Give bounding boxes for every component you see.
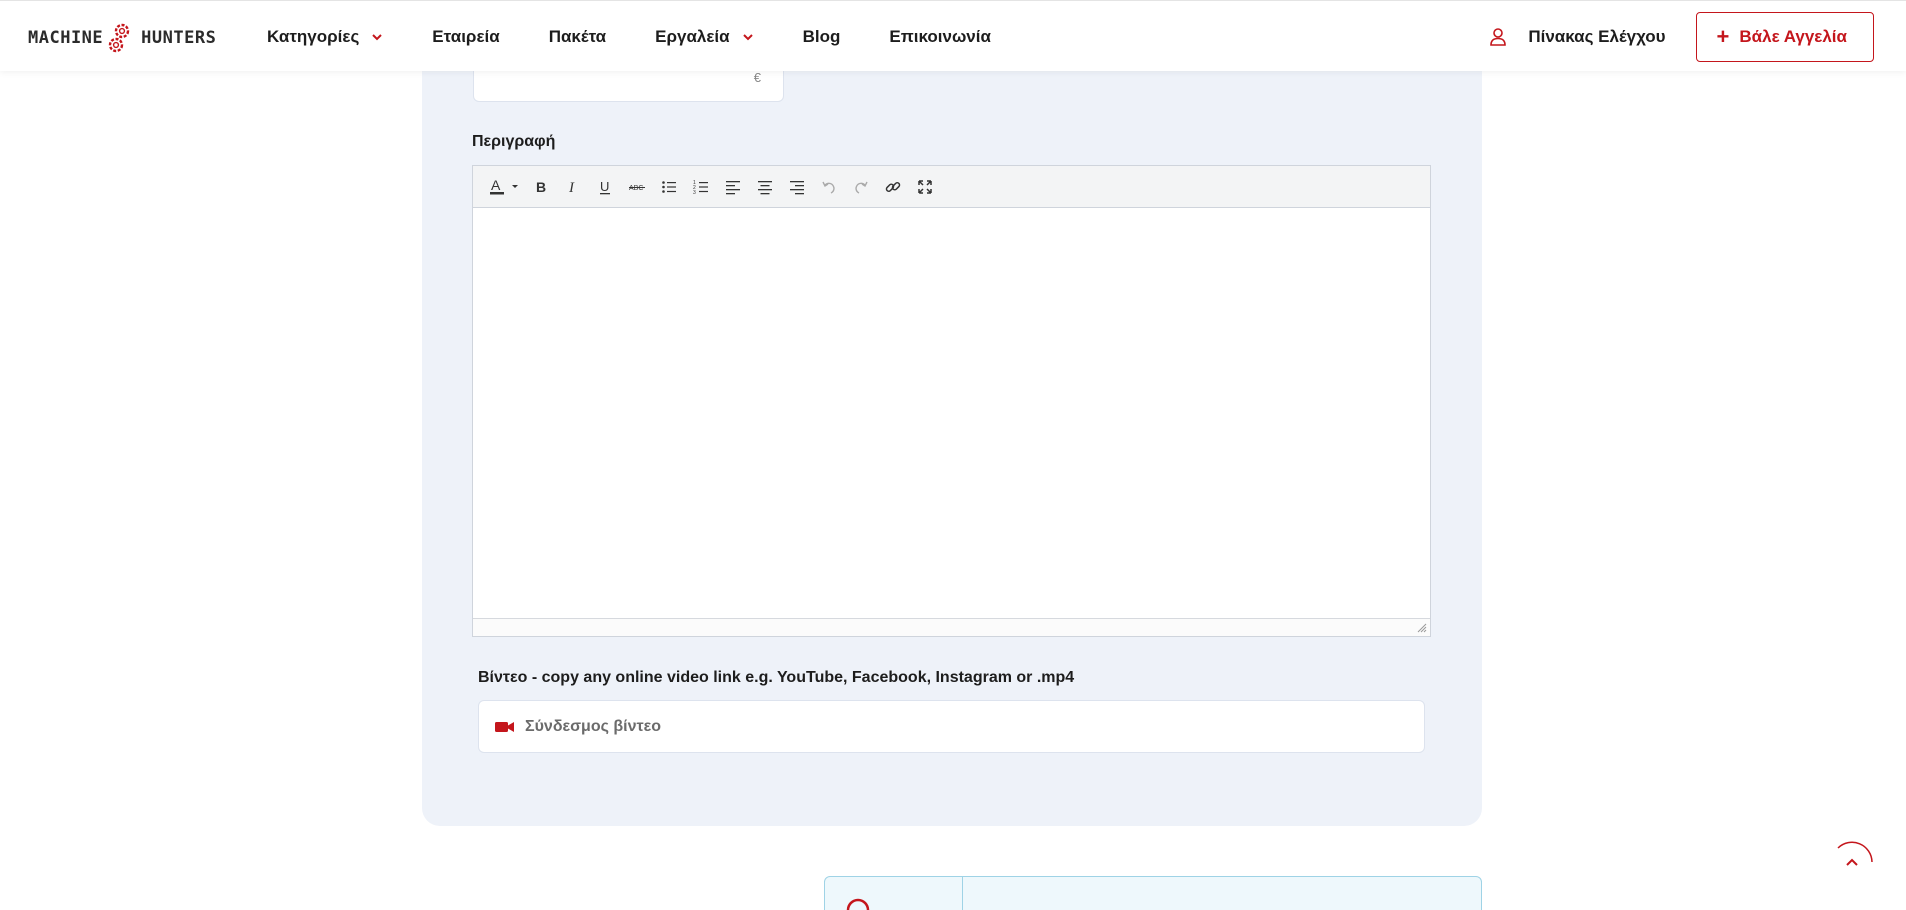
header-actions: Πίνακας Ελέγχου + Βάλε Αγγελία <box>1490 12 1874 62</box>
nav-item-packages[interactable]: Πακέτα <box>549 27 606 47</box>
scroll-to-top-button[interactable] <box>1830 840 1874 884</box>
bulleted-list-icon <box>662 180 676 193</box>
svg-text:A: A <box>491 177 501 193</box>
nav-item-label: Εταιρεία <box>432 26 500 46</box>
text-color-button[interactable]: A <box>485 172 525 202</box>
currency-symbol: € <box>753 70 761 85</box>
plus-icon: + <box>1716 24 1730 49</box>
align-center-icon <box>758 180 772 194</box>
underline-button[interactable]: U <box>589 172 621 202</box>
align-center-button[interactable] <box>749 172 781 202</box>
nav-item-tools[interactable]: Εργαλεία <box>655 27 753 47</box>
resize-handle-icon[interactable] <box>1417 623 1427 633</box>
align-left-button[interactable] <box>717 172 749 202</box>
fullscreen-button[interactable] <box>909 172 941 202</box>
redo-button[interactable] <box>845 172 877 202</box>
italic-button[interactable]: I <box>557 172 589 202</box>
text-color-icon: A <box>490 177 518 194</box>
video-link-input[interactable] <box>525 717 1405 736</box>
main-nav: Κατηγορίες Εταιρεία Πακέτα Εργαλεία Blog… <box>267 1 1040 72</box>
bold-button[interactable]: B <box>525 172 557 202</box>
insert-link-button[interactable] <box>877 172 909 202</box>
chevron-up-icon <box>1837 841 1873 866</box>
italic-icon: I <box>568 180 575 195</box>
nav-item-label: Blog <box>802 26 841 46</box>
nav-item-label: Κατηγορίες <box>267 26 360 46</box>
site-logo[interactable]: MACHINE HUNTERS <box>28 21 216 55</box>
svg-text:B: B <box>536 179 546 195</box>
svg-text:ABC: ABC <box>629 185 643 192</box>
logo-right-text: HUNTERS <box>141 28 217 48</box>
undo-button[interactable] <box>813 172 845 202</box>
svg-text:3: 3 <box>693 190 696 195</box>
gears-icon <box>108 23 130 53</box>
redo-icon <box>855 181 868 194</box>
site-header: MACHINE HUNTERS Κατηγορίες Εταιρεία Πακέ… <box>0 0 1906 71</box>
link-icon <box>885 181 901 192</box>
undo-icon <box>822 181 835 194</box>
align-right-button[interactable] <box>781 172 813 202</box>
nav-item-company[interactable]: Εταιρεία <box>432 27 499 47</box>
info-box-partial <box>824 876 1482 910</box>
chevron-down-icon <box>372 33 383 40</box>
video-link-field[interactable] <box>478 700 1425 753</box>
chevron-down-icon <box>742 33 753 40</box>
nav-item-categories[interactable]: Κατηγορίες <box>267 27 383 47</box>
strikethrough-button[interactable]: ABC <box>621 172 653 202</box>
video-camera-icon <box>495 721 514 732</box>
user-icon <box>1490 28 1507 46</box>
video-label: Βίντεο - copy any online video link e.g.… <box>478 669 1075 686</box>
info-circle-icon <box>846 898 870 910</box>
align-right-icon <box>790 180 804 194</box>
dashboard-link[interactable]: Πίνακας Ελέγχου <box>1490 27 1666 47</box>
editor-toolbar: A B I U ABC 1 2 3 <box>473 166 1430 208</box>
page: MACHINE HUNTERS Κατηγορίες Εταιρεία Πακέ… <box>0 0 1906 910</box>
bulleted-list-button[interactable] <box>653 172 685 202</box>
nav-item-blog[interactable]: Blog <box>803 27 841 47</box>
dashboard-label: Πίνακας Ελέγχου <box>1528 27 1666 46</box>
description-label: Περιγραφή <box>472 133 556 150</box>
numbered-list-button[interactable]: 1 2 3 <box>685 172 717 202</box>
nav-item-label: Εργαλεία <box>655 26 730 46</box>
post-ad-button[interactable]: + Βάλε Αγγελία <box>1695 12 1874 62</box>
strikethrough-icon: ABC <box>629 185 645 192</box>
svg-text:U: U <box>600 179 609 194</box>
fullscreen-icon <box>918 179 932 194</box>
description-editor: A B I U ABC 1 2 3 <box>472 165 1431 637</box>
nav-item-contact[interactable]: Επικοινωνία <box>889 27 991 47</box>
editor-statusbar <box>473 618 1430 636</box>
bold-icon: B <box>536 179 546 195</box>
logo-left-text: MACHINE <box>28 28 104 48</box>
align-left-icon <box>726 180 740 194</box>
post-ad-label: Βάλε Αγγελία <box>1739 27 1847 46</box>
nav-item-label: Επικοινωνία <box>889 26 991 46</box>
nav-item-label: Πακέτα <box>548 26 607 46</box>
description-textarea[interactable] <box>473 208 1430 619</box>
underline-icon: U <box>600 179 610 194</box>
info-box-side <box>825 877 963 910</box>
svg-text:I: I <box>568 180 575 195</box>
numbered-list-icon: 1 2 3 <box>693 180 708 195</box>
